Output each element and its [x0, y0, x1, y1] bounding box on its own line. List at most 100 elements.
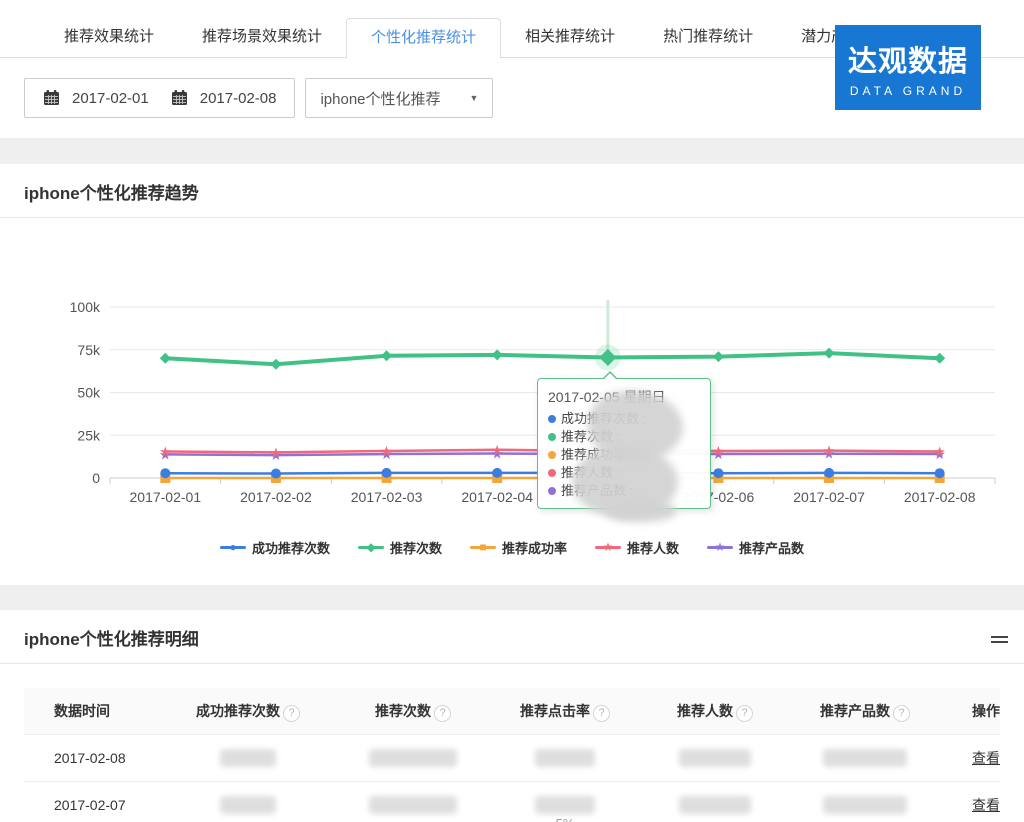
legend-label: 推荐产品数 [739, 538, 804, 557]
value-cell: 5% [490, 796, 640, 814]
datagrand-logo: 达观数据 DATA GRAND [835, 25, 981, 110]
trend-chart-panel: iphone个性化推荐趋势 025k50k75k100k2017-02-0120… [0, 164, 1024, 585]
svg-text:2017-02-08: 2017-02-08 [904, 489, 976, 505]
series-dot-icon [548, 433, 556, 441]
calendar-icon [43, 90, 60, 106]
legend-item-1[interactable]: ●成功推荐次数 [220, 538, 330, 557]
column-header: 推荐人数? [640, 701, 790, 722]
column-header: 推荐点击率? [490, 701, 640, 722]
start-date-value: 2017-02-01 [72, 90, 149, 107]
tab-4[interactable]: 相关推荐统计 [501, 18, 639, 57]
header-panel: 推荐效果统计推荐场景效果统计个性化推荐统计相关推荐统计热门推荐统计潜力产 201… [0, 0, 1024, 138]
svg-text:2017-02-04: 2017-02-04 [461, 489, 533, 505]
blurred-value-blob [220, 749, 276, 767]
svg-text:2017-02-07: 2017-02-07 [793, 489, 865, 505]
chart-legend: ●成功推荐次数 ◆ 推荐次数 ■ 推荐成功率 ★ 推荐人数 ★ 推荐产品数 [0, 528, 1024, 566]
help-icon[interactable]: ? [434, 705, 451, 722]
square-marker-icon: ■ [470, 540, 496, 554]
column-header: 推荐次数? [336, 701, 490, 722]
table-header-row: 数据时间成功推荐次数?推荐次数?推荐点击率?推荐人数?推荐产品数?操作 [24, 688, 1000, 734]
blurred-value-blob [679, 749, 751, 767]
legend-label: 推荐次数 [390, 538, 442, 557]
logo-text-en: DATA GRAND [835, 84, 981, 98]
blurred-value-blob [220, 796, 276, 814]
svg-text:2017-02-03: 2017-02-03 [351, 489, 423, 505]
svg-text:100k: 100k [70, 299, 101, 315]
legend-label: 成功推荐次数 [252, 538, 330, 557]
action-cell: 查看 [940, 748, 1000, 768]
trend-chart-area: 025k50k75k100k2017-02-012017-02-022017-0… [0, 218, 1024, 528]
value-cell [640, 749, 790, 767]
tab-3[interactable]: 个性化推荐统计 [346, 18, 501, 59]
svg-text:★: ★ [933, 443, 946, 459]
trend-chart[interactable]: 025k50k75k100k2017-02-012017-02-022017-0… [0, 218, 1024, 528]
legend-item-5[interactable]: ★ 推荐产品数 [707, 538, 804, 557]
svg-text:25k: 25k [77, 427, 101, 443]
value-cell [790, 796, 940, 814]
action-cell: 查看 [940, 795, 1000, 815]
blurred-value-blob [535, 796, 595, 814]
blurred-value-blob [535, 749, 595, 767]
svg-text:★: ★ [491, 442, 504, 458]
legend-label: 推荐成功率 [502, 538, 567, 557]
page: 推荐效果统计推荐场景效果统计个性化推荐统计相关推荐统计热门推荐统计潜力产 201… [0, 0, 1024, 822]
value-cell [160, 749, 336, 767]
tab-2[interactable]: 推荐场景效果统计 [178, 18, 346, 57]
svg-text:2017-02-01: 2017-02-01 [130, 489, 202, 505]
scene-select[interactable]: iphone个性化推荐 ▼ [305, 78, 493, 118]
blurred-value-blob [369, 749, 457, 767]
svg-text:★: ★ [270, 444, 283, 460]
column-header: 成功推荐次数? [160, 701, 336, 722]
svg-text:★: ★ [380, 443, 393, 459]
legend-item-3[interactable]: ■ 推荐成功率 [470, 538, 567, 557]
star-marker-icon: ★ [707, 540, 733, 554]
help-icon[interactable]: ? [593, 705, 610, 722]
detail-table-panel: iphone个性化推荐明细 数据时间成功推荐次数?推荐次数?推荐点击率?推荐人数… [0, 610, 1024, 822]
chart-title: iphone个性化推荐趋势 [0, 164, 1024, 217]
svg-text:2017-02-02: 2017-02-02 [240, 489, 312, 505]
blurred-value-blob [606, 500, 676, 522]
legend-item-2[interactable]: ◆ 推荐次数 [358, 538, 442, 557]
blurred-value-blob [823, 796, 907, 814]
tab-1[interactable]: 推荐效果统计 [40, 18, 178, 57]
column-header: 数据时间 [24, 701, 160, 721]
legend-item-4[interactable]: ★ 推荐人数 [595, 538, 679, 557]
calendar-icon [171, 90, 188, 106]
svg-text:★: ★ [159, 443, 172, 459]
svg-text:0: 0 [92, 470, 100, 486]
svg-text:★: ★ [712, 443, 725, 459]
table-title: iphone个性化推荐明细 [0, 610, 1024, 663]
help-icon[interactable]: ? [283, 705, 300, 722]
blurred-value-blob [823, 749, 907, 767]
chevron-down-icon: ▼ [470, 93, 479, 103]
view-link[interactable]: 查看 [972, 797, 1000, 813]
value-cell [790, 749, 940, 767]
table-row: 2017-02-08 查看 [24, 734, 1000, 781]
date-range-picker[interactable]: 2017-02-01 2017-02-08 [24, 78, 295, 118]
tab-5[interactable]: 热门推荐统计 [639, 18, 777, 57]
series-dot-icon [548, 451, 556, 459]
logo-text-cn: 达观数据 [835, 38, 981, 80]
help-icon[interactable]: ? [736, 705, 753, 722]
divider [0, 663, 1024, 664]
date-cell: 2017-02-07 [24, 797, 160, 813]
svg-text:75k: 75k [77, 342, 101, 358]
svg-text:★: ★ [823, 443, 836, 459]
value-cell [640, 796, 790, 814]
series-dot-icon [548, 487, 556, 495]
blurred-value-blob [679, 796, 751, 814]
menu-icon[interactable] [991, 636, 1008, 643]
value-cell [160, 796, 336, 814]
view-link[interactable]: 查看 [972, 750, 1000, 766]
table-row: 2017-02-07 5% 查看 [24, 781, 1000, 822]
detail-table: 数据时间成功推荐次数?推荐次数?推荐点击率?推荐人数?推荐产品数?操作2017-… [24, 688, 1000, 822]
help-icon[interactable]: ? [893, 705, 910, 722]
diamond-marker-icon: ◆ [358, 540, 384, 554]
end-date-value: 2017-02-08 [200, 90, 277, 107]
date-cell: 2017-02-08 [24, 750, 160, 766]
scene-select-value: iphone个性化推荐 [320, 88, 440, 109]
legend-label: 推荐人数 [627, 538, 679, 557]
star-marker-icon: ★ [595, 540, 621, 554]
value-cell [490, 749, 640, 767]
series-dot-icon [548, 469, 556, 477]
